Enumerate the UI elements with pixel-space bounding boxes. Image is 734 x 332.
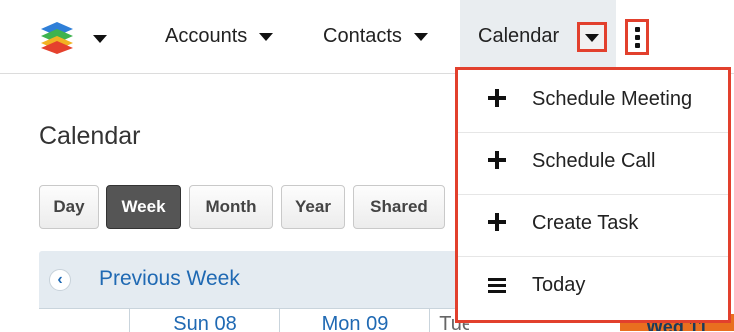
day-header-sun[interactable]: Sun 08 <box>129 309 280 332</box>
plus-icon <box>488 213 506 231</box>
menu-item-schedule-call[interactable]: Schedule Call <box>458 132 728 195</box>
nav-tab-accounts[interactable]: Accounts <box>165 0 274 73</box>
menu-item-label: Create Task <box>532 212 639 234</box>
week-navigation-bar: ‹ Previous Week <box>39 251 469 308</box>
view-month-button[interactable]: Month <box>189 185 273 229</box>
menu-item-label: Today <box>532 274 586 296</box>
day-header-mon[interactable]: Mon 09 <box>279 309 430 332</box>
view-year-button[interactable]: Year <box>281 185 345 229</box>
plus-icon <box>488 151 506 169</box>
calendar-menu-toggle-button[interactable] <box>577 22 607 52</box>
chevron-left-icon[interactable]: ‹ <box>49 269 71 291</box>
more-options-button[interactable] <box>625 19 649 55</box>
nav-tab-calendar-label: Calendar <box>478 25 560 47</box>
page-title: Calendar <box>39 122 141 150</box>
chevron-down-icon <box>585 34 599 42</box>
nav-tab-contacts[interactable]: Contacts <box>323 0 428 73</box>
menu-item-today[interactable]: Today <box>458 256 728 318</box>
menu-item-label: Schedule Meeting <box>532 88 693 110</box>
calendar-actions-dropdown: Schedule Meeting Schedule Call Create Ta… <box>455 67 731 323</box>
view-week-button[interactable]: Week <box>106 185 181 229</box>
menu-item-schedule-meeting[interactable]: Schedule Meeting <box>458 70 728 133</box>
chevron-down-icon[interactable] <box>259 32 274 41</box>
app-logo-icon[interactable] <box>40 20 74 54</box>
top-navigation-bar: Accounts Contacts Calendar <box>0 0 734 74</box>
menu-item-create-task[interactable]: Create Task <box>458 194 728 257</box>
menu-item-label: Schedule Call <box>532 150 656 172</box>
view-day-button[interactable]: Day <box>39 185 99 229</box>
calendar-day-header-row: Sun 08 Mon 09 Tue 10 <box>39 308 469 332</box>
nav-tab-accounts-label: Accounts <box>165 25 248 47</box>
chevron-down-icon[interactable] <box>413 32 428 41</box>
nav-tab-calendar[interactable]: Calendar <box>478 0 559 73</box>
vertical-ellipsis-icon <box>635 27 640 32</box>
logo-menu-chevron-down-icon[interactable] <box>93 30 107 48</box>
list-icon <box>488 275 506 293</box>
nav-tab-contacts-label: Contacts <box>323 25 402 47</box>
previous-week-link[interactable]: Previous Week <box>99 267 240 291</box>
plus-icon <box>488 89 506 107</box>
view-shared-button[interactable]: Shared <box>353 185 445 229</box>
